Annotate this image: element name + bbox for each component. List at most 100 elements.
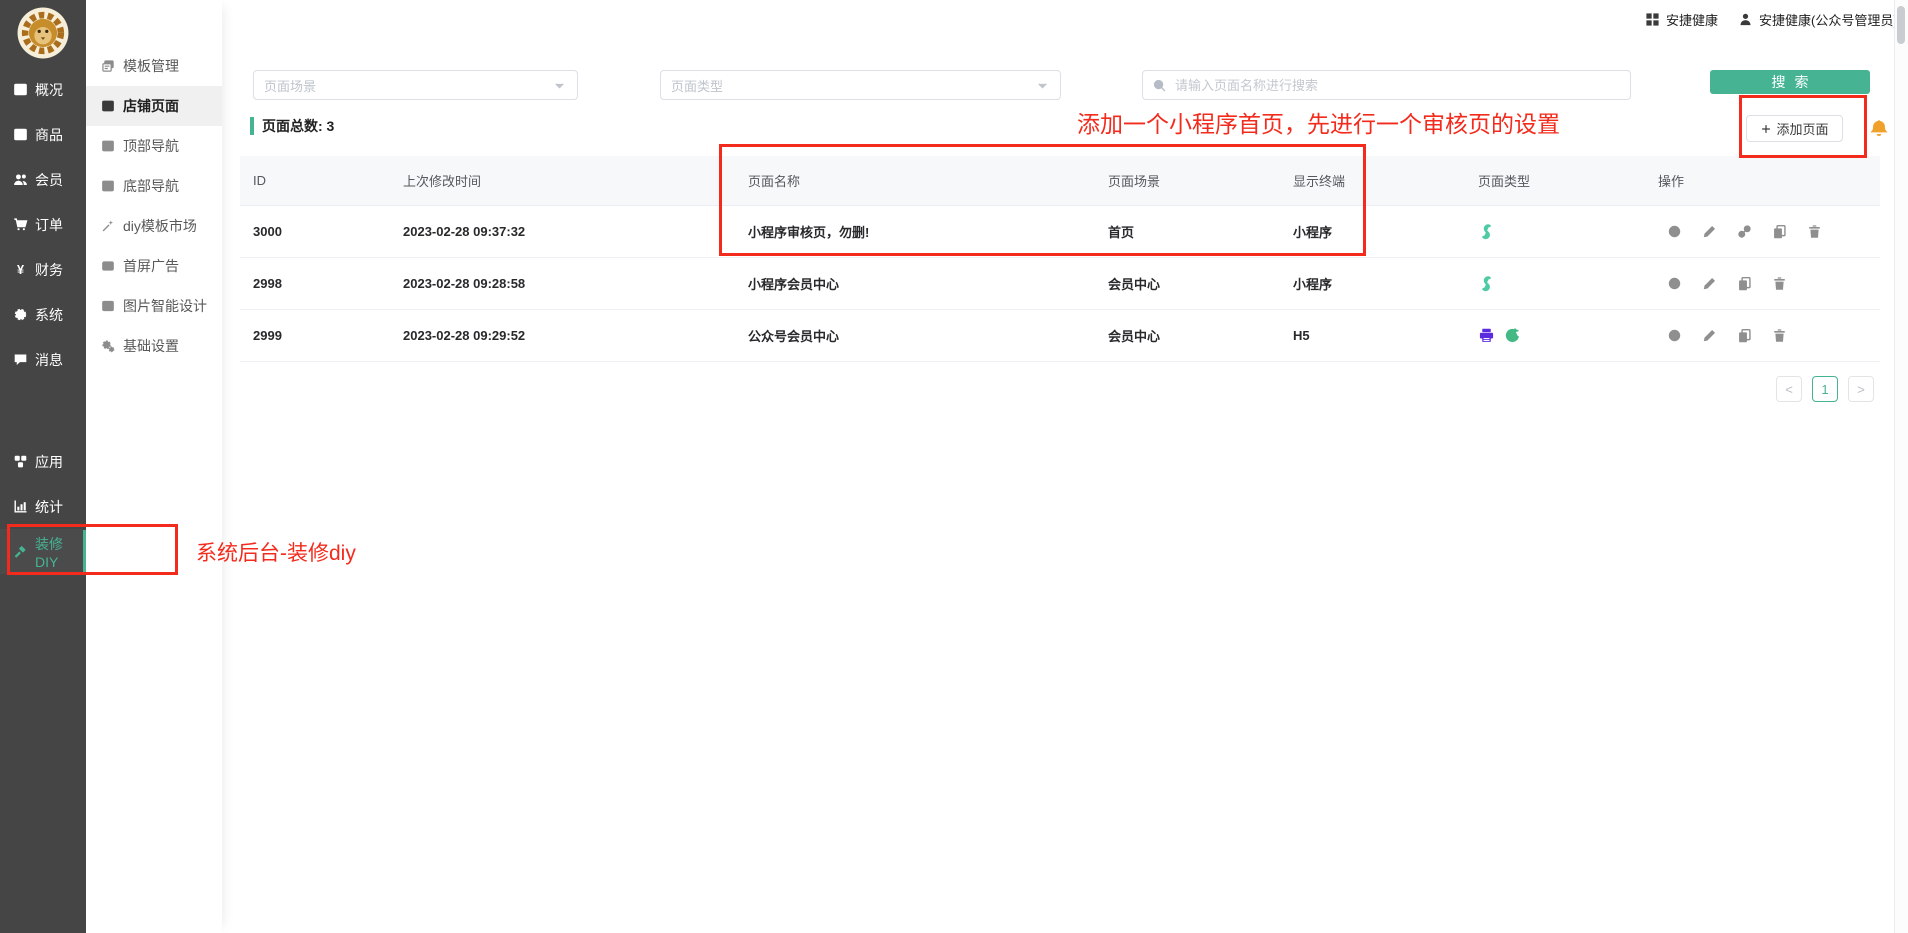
- view-icon[interactable]: [1667, 224, 1682, 239]
- link-icon[interactable]: [1737, 224, 1752, 239]
- sidebar-item-goods[interactable]: 商品: [0, 112, 86, 157]
- search-button[interactable]: 搜索: [1710, 70, 1870, 94]
- app: 概况商品会员订单 ¥ 财务系统消息应用统计装修DIY 模板管理店铺页面顶部导航底部导…: [0, 0, 1908, 933]
- cell-modified-time: 2023-02-28 09:37:32: [390, 224, 735, 239]
- cell-terminal: 小程序: [1280, 274, 1465, 293]
- cell-page-type: [1465, 223, 1645, 240]
- sidebar-item-members[interactable]: 会员: [0, 157, 86, 202]
- submenu-item-shop-pages[interactable]: 店铺页面: [86, 86, 222, 126]
- add-page-label: 添加页面: [1776, 119, 1828, 138]
- overview-icon: [13, 82, 28, 97]
- add-page-button[interactable]: 添加页面: [1746, 115, 1843, 142]
- column-header: 页面场景: [1095, 171, 1280, 190]
- secondary-nav: 模板管理店铺页面顶部导航底部导航 diy模板市场首屏广告图片智能设计基础设置: [86, 46, 222, 366]
- submenu-item-basic-settings[interactable]: 基础设置: [86, 326, 222, 366]
- grid-icon: [1645, 12, 1660, 27]
- scrollbar-thumb[interactable]: [1897, 6, 1905, 44]
- search-icon: [1152, 78, 1167, 93]
- sidebar-item-overview[interactable]: 概况: [0, 67, 86, 112]
- scene-select[interactable]: 页面场景: [253, 70, 578, 100]
- cell-id: 2999: [240, 328, 390, 343]
- secondary-sidebar: 模板管理店铺页面顶部导航底部导航 diy模板市场首屏广告图片智能设计基础设置: [86, 0, 222, 933]
- delete-icon[interactable]: [1772, 276, 1787, 291]
- miniprogram-icon: [1478, 223, 1495, 240]
- image-design-icon: [101, 299, 115, 313]
- submenu-item-top-nav[interactable]: 顶部导航: [86, 126, 222, 166]
- apps-icon: [13, 454, 28, 469]
- delete-icon[interactable]: [1807, 224, 1822, 239]
- cell-actions: [1645, 328, 1880, 343]
- cell-terminal: H5: [1280, 328, 1465, 343]
- alarm-icon[interactable]: [1870, 119, 1888, 137]
- sidebar-item-label: 装修DIY: [35, 534, 86, 570]
- table-body: 30002023-02-28 09:37:32小程序审核页，勿删!首页小程序 29…: [240, 206, 1880, 362]
- stats-icon: [13, 499, 28, 514]
- cell-page-type: [1465, 327, 1645, 344]
- column-header: 页面类型: [1465, 171, 1645, 190]
- next-page-button[interactable]: >: [1848, 376, 1874, 402]
- cell-modified-time: 2023-02-28 09:29:52: [390, 328, 735, 343]
- submenu-item-label: 图片智能设计: [123, 296, 207, 316]
- copy-icon[interactable]: [1772, 224, 1787, 239]
- sidebar-item-finance[interactable]: ¥ 财务: [0, 247, 86, 292]
- submenu-item-label: 首屏广告: [123, 256, 179, 276]
- workspace-switcher[interactable]: 安捷健康: [1645, 10, 1718, 29]
- copy-icon[interactable]: [1737, 328, 1752, 343]
- cell-id: 2998: [240, 276, 390, 291]
- pagination: < 1 >: [1776, 376, 1874, 402]
- cell-page-scene: 首页: [1095, 222, 1280, 241]
- submenu-item-image-design[interactable]: 图片智能设计: [86, 286, 222, 326]
- submenu-item-label: diy模板市场: [123, 216, 197, 236]
- delete-icon[interactable]: [1772, 328, 1787, 343]
- cell-page-name: 小程序会员中心: [735, 274, 1095, 293]
- plus-icon: [1760, 123, 1772, 135]
- cell-id: 3000: [240, 224, 390, 239]
- copy-icon[interactable]: [1737, 276, 1752, 291]
- cell-page-scene: 会员中心: [1095, 326, 1280, 345]
- primary-sidebar: 概况商品会员订单 ¥ 财务系统消息应用统计装修DIY: [0, 0, 86, 933]
- workspace-label: 安捷健康: [1666, 10, 1718, 29]
- sidebar-item-label: 财务: [35, 260, 63, 280]
- sidebar-item-orders[interactable]: 订单: [0, 202, 86, 247]
- sidebar-item-diy[interactable]: 装修DIY: [0, 529, 86, 574]
- submenu-item-bottom-nav[interactable]: 底部导航: [86, 166, 222, 206]
- diy-icon: [13, 544, 28, 559]
- edit-icon[interactable]: [1702, 276, 1717, 291]
- sidebar-item-stats[interactable]: 统计: [0, 484, 86, 529]
- sidebar-item-label: 会员: [35, 170, 63, 190]
- members-icon: [13, 172, 28, 187]
- submenu-item-label: 底部导航: [123, 176, 179, 196]
- submenu-item-splash-ad[interactable]: 首屏广告: [86, 246, 222, 286]
- table-row: 29992023-02-28 09:29:52公众号会员中心会员中心H5: [240, 310, 1880, 362]
- cell-actions: [1645, 276, 1880, 291]
- submenu-item-diy-market[interactable]: diy模板市场: [86, 206, 222, 246]
- chevron-down-icon: [1035, 78, 1050, 93]
- sidebar-item-label: 应用: [35, 452, 63, 472]
- column-header: 操作: [1645, 171, 1880, 190]
- edit-icon[interactable]: [1702, 224, 1717, 239]
- type-select[interactable]: 页面类型: [660, 70, 1061, 100]
- banner-ad-icon: [101, 259, 115, 273]
- cell-page-name: 小程序审核页，勿删!: [735, 222, 1095, 241]
- sidebar-item-apps[interactable]: 应用: [0, 439, 86, 484]
- svg-text:¥: ¥: [17, 263, 24, 277]
- miniprogram-icon: [1478, 275, 1495, 292]
- submenu-item-label: 店铺页面: [123, 96, 179, 116]
- pages-table: ID上次修改时间页面名称页面场景显示终端页面类型操作 30002023-02-2…: [240, 156, 1880, 362]
- prev-page-button[interactable]: <: [1776, 376, 1802, 402]
- settings-icon: [101, 339, 115, 353]
- search-input[interactable]: [1173, 77, 1621, 94]
- edit-icon[interactable]: [1702, 328, 1717, 343]
- scene-select-placeholder: 页面场景: [264, 76, 316, 95]
- system-icon: [13, 307, 28, 322]
- account-menu[interactable]: 安捷健康(公众号管理员): [1738, 10, 1898, 29]
- scrollbar[interactable]: [1894, 0, 1908, 933]
- view-icon[interactable]: [1667, 276, 1682, 291]
- view-icon[interactable]: [1667, 328, 1682, 343]
- finance-icon: ¥: [13, 262, 28, 277]
- sidebar-item-messages[interactable]: 消息: [0, 337, 86, 382]
- sidebar-item-system[interactable]: 系统: [0, 292, 86, 337]
- page-1-button[interactable]: 1: [1812, 376, 1838, 402]
- submenu-item-template-manage[interactable]: 模板管理: [86, 46, 222, 86]
- orders-icon: [13, 217, 28, 232]
